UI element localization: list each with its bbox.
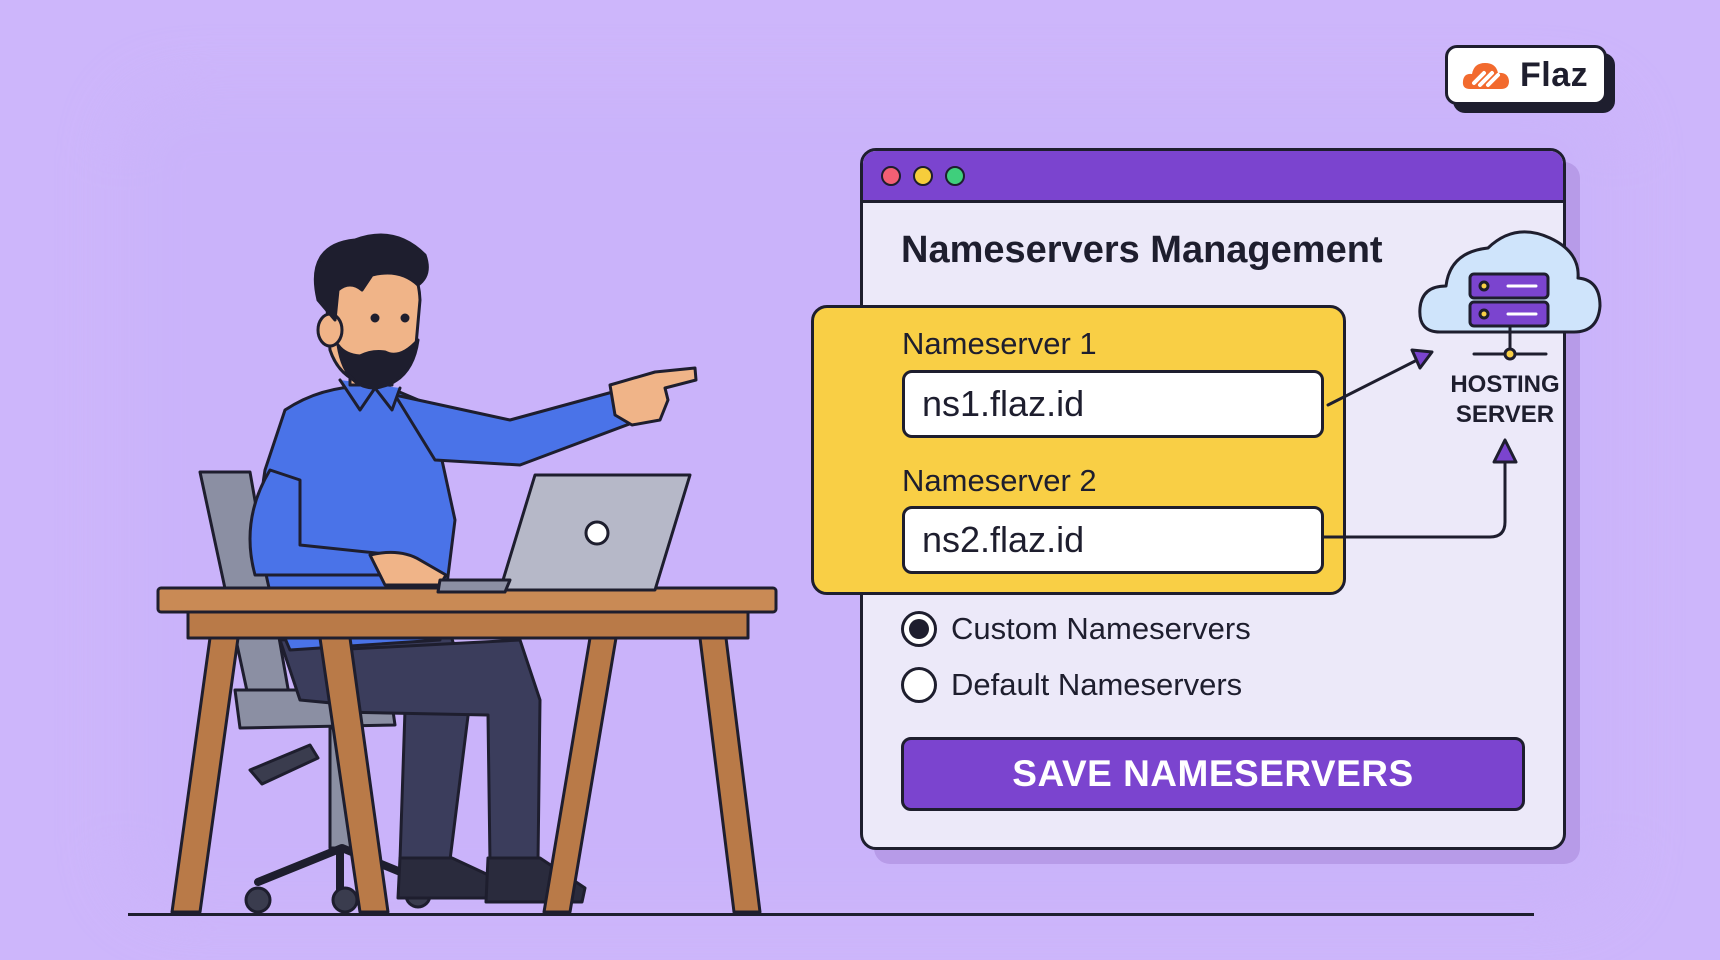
hosting-server-label-line1: HOSTING	[1450, 371, 1560, 398]
arrow-ns1-to-server	[1326, 354, 1427, 407]
hosting-server-diagram	[1322, 230, 1602, 539]
ground-line	[128, 913, 1534, 916]
server-icon	[1468, 272, 1550, 361]
hosting-server-label: HOSTING SERVER	[1430, 370, 1580, 430]
arrow-ns2-to-server	[1322, 456, 1507, 539]
hosting-server-label-line2: SERVER	[1455, 401, 1555, 428]
